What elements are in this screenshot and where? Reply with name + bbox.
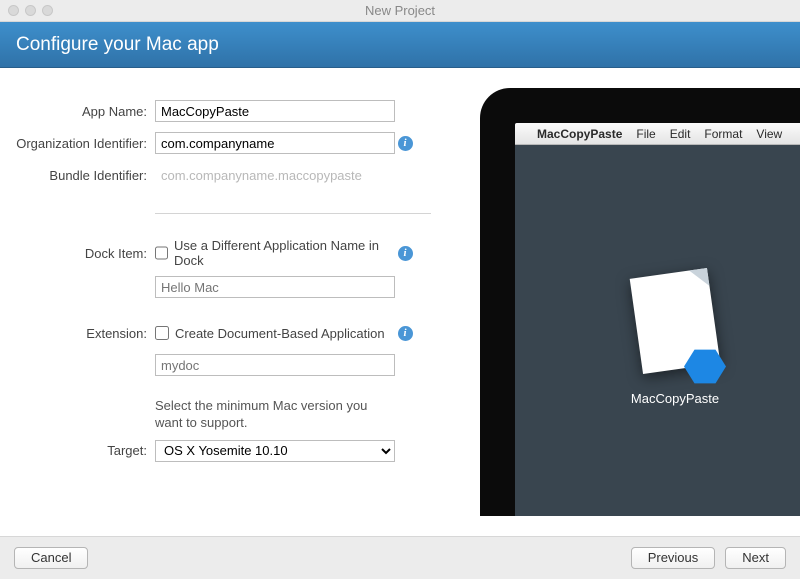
device-frame: MacCopyPaste File Edit Format View MacCo… bbox=[480, 88, 800, 516]
target-label: Target: bbox=[0, 443, 155, 458]
bundle-id-value: com.companyname.maccopypaste bbox=[155, 168, 395, 183]
bundle-id-label: Bundle Identifier: bbox=[0, 168, 155, 183]
preview-pane: MacCopyPaste File Edit Format View MacCo… bbox=[460, 88, 800, 516]
configure-form: App Name: Organization Identifier: i Bun… bbox=[0, 68, 455, 470]
window-titlebar: New Project bbox=[0, 0, 800, 22]
preview-menu-item: Edit bbox=[670, 127, 691, 141]
preview-menubar: MacCopyPaste File Edit Format View bbox=[515, 123, 800, 145]
dock-item-label: Dock Item: bbox=[0, 246, 155, 261]
target-select[interactable]: OS X Yosemite 10.10 bbox=[155, 440, 395, 462]
next-button[interactable]: Next bbox=[725, 547, 786, 569]
app-name-input[interactable] bbox=[155, 100, 395, 122]
previous-button[interactable]: Previous bbox=[631, 547, 716, 569]
app-icon-label: MacCopyPaste bbox=[631, 391, 719, 406]
app-name-label: App Name: bbox=[0, 104, 155, 119]
info-icon[interactable]: i bbox=[398, 246, 413, 261]
button-bar: Cancel Previous Next bbox=[0, 536, 800, 578]
divider bbox=[155, 213, 431, 214]
page-heading: Configure your Mac app bbox=[16, 34, 219, 56]
preview-menu-item: File bbox=[636, 127, 655, 141]
app-icon bbox=[630, 273, 720, 377]
info-icon[interactable]: i bbox=[398, 326, 413, 341]
target-help-text: Select the minimum Mac version you want … bbox=[155, 398, 395, 432]
cancel-button[interactable]: Cancel bbox=[14, 547, 88, 569]
header-banner: Configure your Mac app bbox=[0, 22, 800, 68]
info-icon[interactable]: i bbox=[398, 136, 413, 151]
org-id-label: Organization Identifier: bbox=[0, 136, 155, 151]
preview-app-name: MacCopyPaste bbox=[537, 127, 622, 141]
dock-item-name-input bbox=[155, 276, 395, 298]
dock-item-checkbox-label: Use a Different Application Name in Dock bbox=[174, 238, 395, 268]
extension-checkbox[interactable] bbox=[155, 326, 169, 340]
extension-checkbox-label: Create Document-Based Application bbox=[175, 326, 385, 341]
extension-label: Extension: bbox=[0, 326, 155, 341]
preview-menu-item: Format bbox=[704, 127, 742, 141]
preview-screen: MacCopyPaste File Edit Format View MacCo… bbox=[515, 123, 800, 516]
org-id-input[interactable] bbox=[155, 132, 395, 154]
dock-item-checkbox[interactable] bbox=[155, 246, 168, 260]
window-title: New Project bbox=[0, 3, 800, 18]
preview-menu-item: View bbox=[756, 127, 782, 141]
extension-name-input bbox=[155, 354, 395, 376]
